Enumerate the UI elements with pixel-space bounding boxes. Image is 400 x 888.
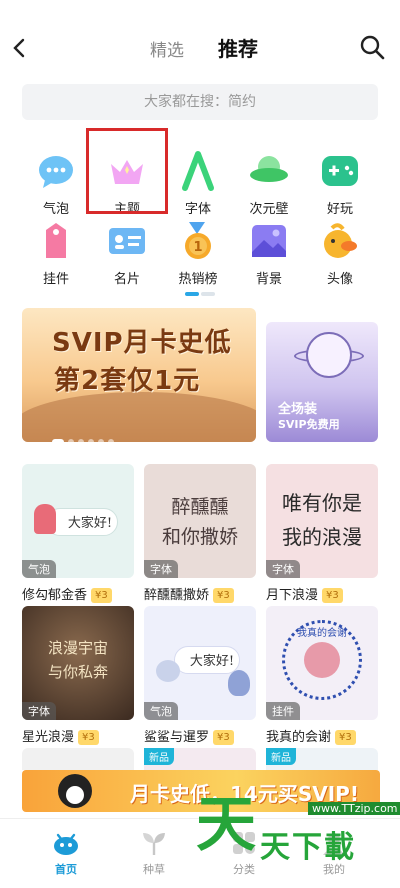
ufo-icon: [248, 150, 290, 192]
grid-item-pendant[interactable]: 挂件: [21, 220, 91, 287]
product-card[interactable]: 唯有你是 我的浪漫 字体 月下浪漫 ¥3: [266, 464, 378, 603]
picture-icon: [248, 220, 290, 262]
product-card[interactable]: 醉醺醺 和你撒娇 字体 醉醺醺撒娇 ¥3: [144, 464, 256, 603]
card-tag: 气泡: [144, 702, 178, 720]
card-art-text: 我真的会谢: [297, 628, 347, 639]
home-alien-icon: [52, 829, 80, 857]
card-tag: 气泡: [22, 560, 56, 578]
product-image: 浪漫宇宙 与你私奔 字体: [22, 606, 134, 720]
card-name: 鲨鲨与暹罗: [144, 730, 210, 745]
penguin-icon: [58, 774, 92, 808]
grid-pager: [185, 292, 215, 296]
side-banner-title: 全场装: [278, 402, 318, 417]
side-banner[interactable]: 全场装 SVIP免费用: [266, 322, 378, 442]
grid-item-dimension[interactable]: 次元壁: [234, 150, 304, 217]
product-image: 大家好! 气泡: [144, 606, 256, 720]
grid-item-label: 好玩: [326, 202, 353, 217]
search-icon[interactable]: [358, 33, 386, 61]
grid-item-label: 名片: [113, 272, 140, 287]
card-art-text: 大家好!: [189, 654, 235, 669]
card-name: 我真的会谢: [266, 730, 332, 745]
sprout-icon: [140, 829, 168, 857]
bubble-icon: [35, 150, 77, 192]
grid-item-avatar[interactable]: 头像: [305, 220, 375, 287]
side-banner-subtitle: SVIP免费用: [278, 418, 340, 431]
letter-a-icon: [177, 150, 219, 192]
watermark-text: 天下載: [260, 830, 356, 865]
card-icon: [106, 220, 148, 262]
grid-item-label: 热销榜: [178, 272, 218, 287]
svip-banner[interactable]: SVIP月卡史低 第2套仅1元: [22, 308, 256, 442]
card-art-text: 醉醺醺 和你撒娇: [161, 496, 238, 548]
price-badge: ¥3: [91, 588, 112, 603]
tab-label: 种草: [143, 863, 165, 876]
card-name: 修勾郁金香: [22, 588, 88, 603]
medal-icon: 1: [177, 220, 219, 262]
new-badge: 新品: [266, 748, 296, 765]
price-badge: ¥3: [78, 730, 99, 745]
product-card-peek[interactable]: 新品: [144, 748, 256, 770]
watermark-char: 天: [196, 790, 256, 860]
grid-item-label: 挂件: [42, 272, 69, 287]
top-nav: 精选 推荐: [0, 0, 400, 80]
grid-item-hot[interactable]: 1 热销榜: [163, 220, 233, 287]
card-name: 醉醺醺撒娇: [144, 588, 210, 603]
chevron-left-icon[interactable]: [8, 34, 32, 62]
duck-avatar-icon: [319, 220, 361, 262]
grid-item-bubble[interactable]: 气泡: [21, 150, 91, 217]
grid-item-label: 次元壁: [249, 202, 289, 217]
tab-label: 首页: [55, 863, 77, 876]
product-image: 大家好! 气泡: [22, 464, 134, 578]
product-card-peek[interactable]: [22, 748, 134, 770]
price-badge: ¥3: [213, 588, 234, 603]
product-card[interactable]: 大家好! 气泡 修勾郁金香 ¥3: [22, 464, 134, 603]
grid-item-label: 字体: [184, 202, 211, 217]
tab-home[interactable]: 首页: [36, 829, 96, 877]
price-badge: ¥3: [335, 730, 356, 745]
grid-item-fun[interactable]: 好玩: [305, 150, 375, 217]
card-art-text: 浪漫宇宙 与你私奔: [47, 639, 108, 681]
product-card[interactable]: 浪漫宇宙 与你私奔 字体 星光浪漫 ¥3: [22, 606, 134, 745]
tab-featured[interactable]: 精选: [150, 36, 184, 61]
product-image: 唯有你是 我的浪漫 字体: [266, 464, 378, 578]
product-image: 我真的会谢 挂件: [266, 606, 378, 720]
search-input[interactable]: 大家都在搜：简约: [22, 84, 378, 120]
price-badge: ¥3: [322, 588, 343, 603]
svg-text:1: 1: [193, 240, 202, 255]
card-tag: 挂件: [266, 702, 300, 720]
card-art-text: 大家好!: [67, 516, 113, 531]
product-card-peek[interactable]: 新品: [266, 748, 378, 770]
tab-recommend[interactable]: 推荐: [218, 33, 258, 62]
card-tag: 字体: [22, 702, 56, 720]
site-watermark: 天 www.TTzip.com 天下載: [196, 778, 400, 870]
card-name: 星光浪漫: [22, 730, 75, 745]
gamepad-icon: [319, 150, 361, 192]
banner-dots: [52, 430, 118, 442]
grid-item-font[interactable]: 字体: [163, 150, 233, 217]
grid-item-label: 气泡: [42, 202, 69, 217]
banner-title: SVIP月卡史低: [52, 328, 232, 358]
card-tag: 字体: [144, 560, 178, 578]
card-art-text: 唯有你是 我的浪漫: [282, 491, 362, 549]
tab-grass[interactable]: 种草: [124, 829, 184, 877]
product-card[interactable]: 大家好! 气泡 鲨鲨与暹罗 ¥3: [144, 606, 256, 745]
watermark-url: www.TTzip.com: [308, 802, 400, 815]
card-tag: 字体: [266, 560, 300, 578]
grid-item-card[interactable]: 名片: [92, 220, 162, 287]
card-name: 月下浪漫: [266, 588, 319, 603]
highlight-frame: [86, 128, 168, 214]
product-image: 醉醺醺 和你撒娇 字体: [144, 464, 256, 578]
price-badge: ¥3: [213, 730, 234, 745]
new-badge: 新品: [144, 748, 174, 765]
grid-item-background[interactable]: 背景: [234, 220, 304, 287]
grid-item-label: 头像: [326, 272, 353, 287]
tag-icon: [35, 220, 77, 262]
product-card[interactable]: 我真的会谢 挂件 我真的会谢 ¥3: [266, 606, 378, 745]
grid-item-label: 背景: [255, 272, 282, 287]
banner-subtitle: 第2套仅1元: [54, 366, 201, 396]
